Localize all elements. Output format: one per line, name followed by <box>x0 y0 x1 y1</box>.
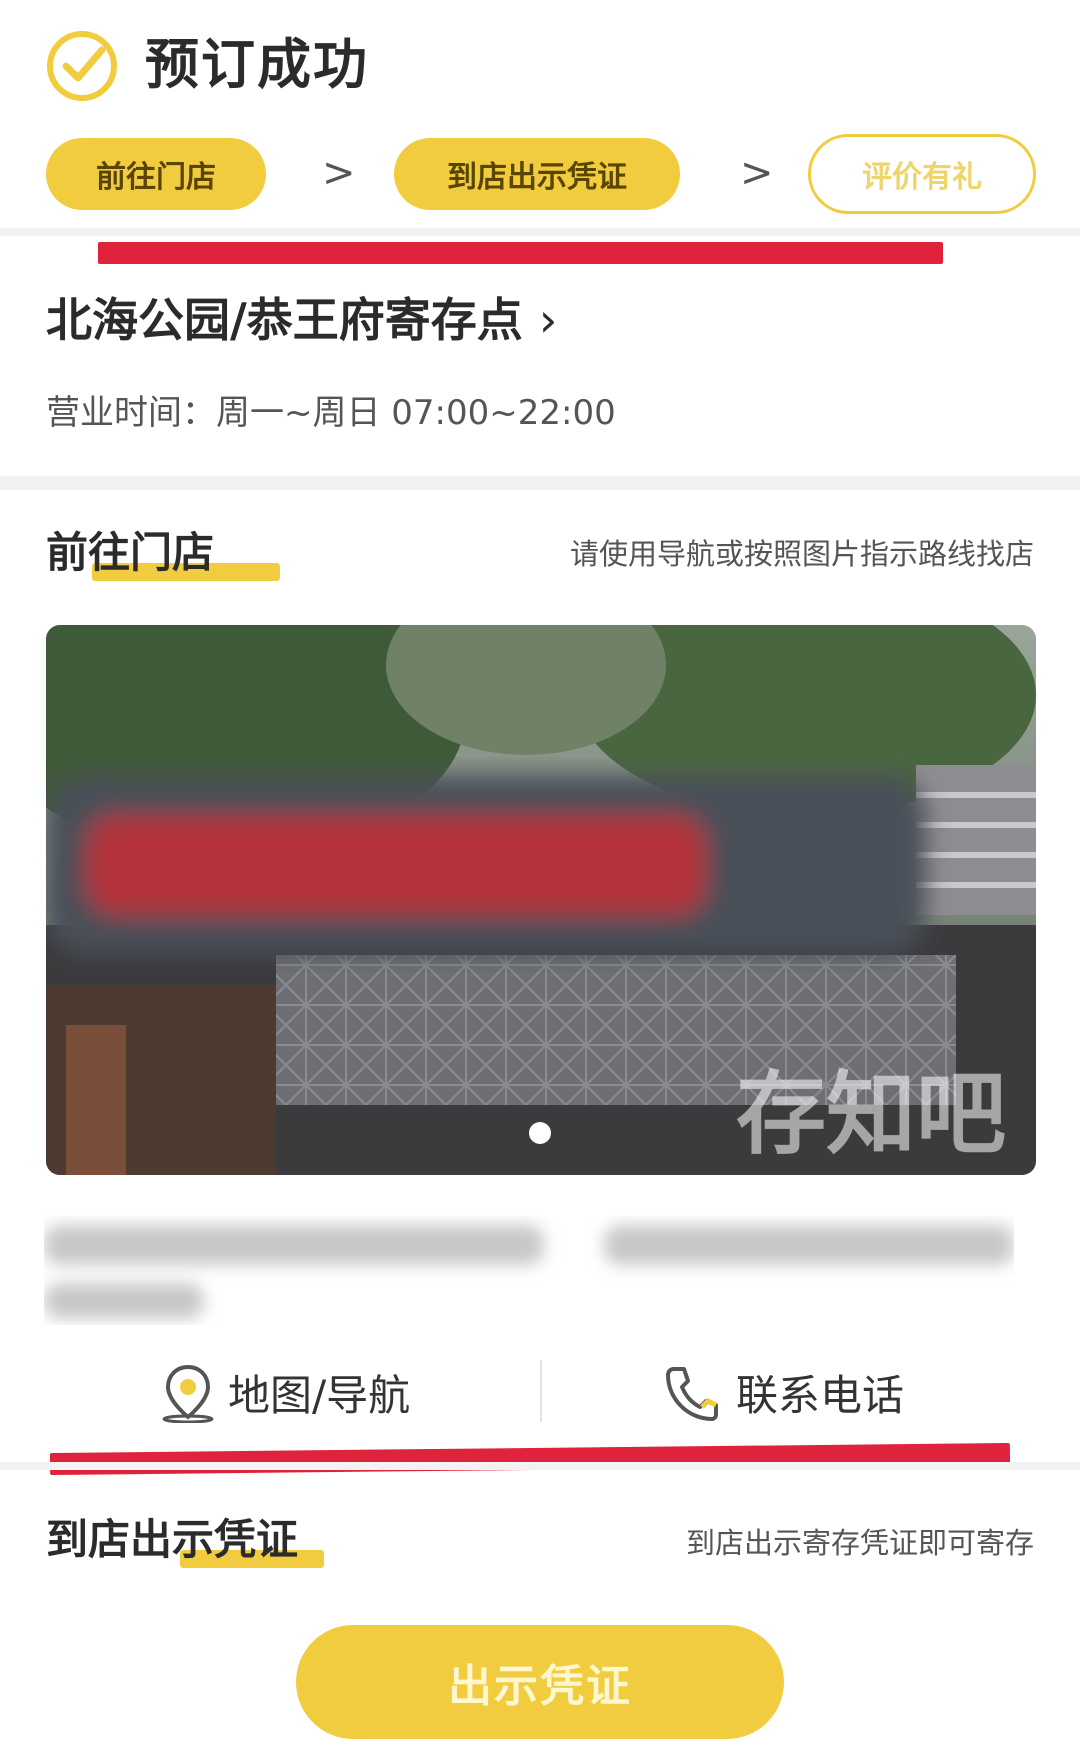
blurred-address <box>44 1225 1014 1319</box>
business-hours: 营业时间：周一~周日 07:00~22:00 <box>46 393 616 433</box>
action-divider <box>540 1360 542 1422</box>
page-title: 预订成功 <box>145 33 369 96</box>
annotation-underline <box>98 242 943 264</box>
show-voucher-button[interactable]: 出示凭证 <box>296 1625 784 1739</box>
contact-phone-label: 联系电话 <box>736 1371 905 1420</box>
section-go-store-title-wrap: 前往门店 <box>46 525 280 585</box>
section-title: 前往门店 <box>46 528 215 577</box>
step-show-voucher[interactable]: 到店出示凭证 <box>394 138 680 210</box>
step-go-store[interactable]: 前往门店 <box>46 138 266 210</box>
section-divider <box>0 1462 1080 1470</box>
carousel-dot[interactable] <box>529 1122 551 1144</box>
location-pin-icon <box>162 1364 214 1423</box>
check-circle-icon <box>47 31 117 101</box>
phone-icon <box>666 1366 718 1421</box>
contact-phone-button[interactable]: 联系电话 <box>662 1362 904 1423</box>
chevron-right-icon: › <box>538 293 558 347</box>
step-review[interactable]: 评价有礼 <box>808 134 1036 214</box>
divider <box>0 228 1080 236</box>
store-name-link[interactable]: 北海公园/恭王府寄存点 › <box>46 288 557 352</box>
photo-watermark: 存知吧 <box>736 1062 1006 1167</box>
section-hint: 到店出示寄存凭证即可寄存 <box>685 1526 1034 1560</box>
map-navigation-label: 地图/导航 <box>228 1371 411 1420</box>
annotation-underline <box>49 1442 1011 1476</box>
chevron-right-icon: > <box>740 150 774 196</box>
section-title: 到店出示凭证 <box>46 1515 299 1564</box>
section-divider <box>0 476 1080 490</box>
store-name: 北海公园/恭王府寄存点 <box>46 293 523 347</box>
map-navigation-button[interactable]: 地图/导航 <box>160 1362 410 1423</box>
store-photo[interactable]: 存知吧 <box>46 625 1036 1175</box>
section-hint: 请使用导航或按照图片指示路线找店 <box>569 537 1034 571</box>
chevron-right-icon: > <box>322 150 356 196</box>
section-voucher-title-wrap: 到店出示凭证 <box>46 1512 336 1572</box>
